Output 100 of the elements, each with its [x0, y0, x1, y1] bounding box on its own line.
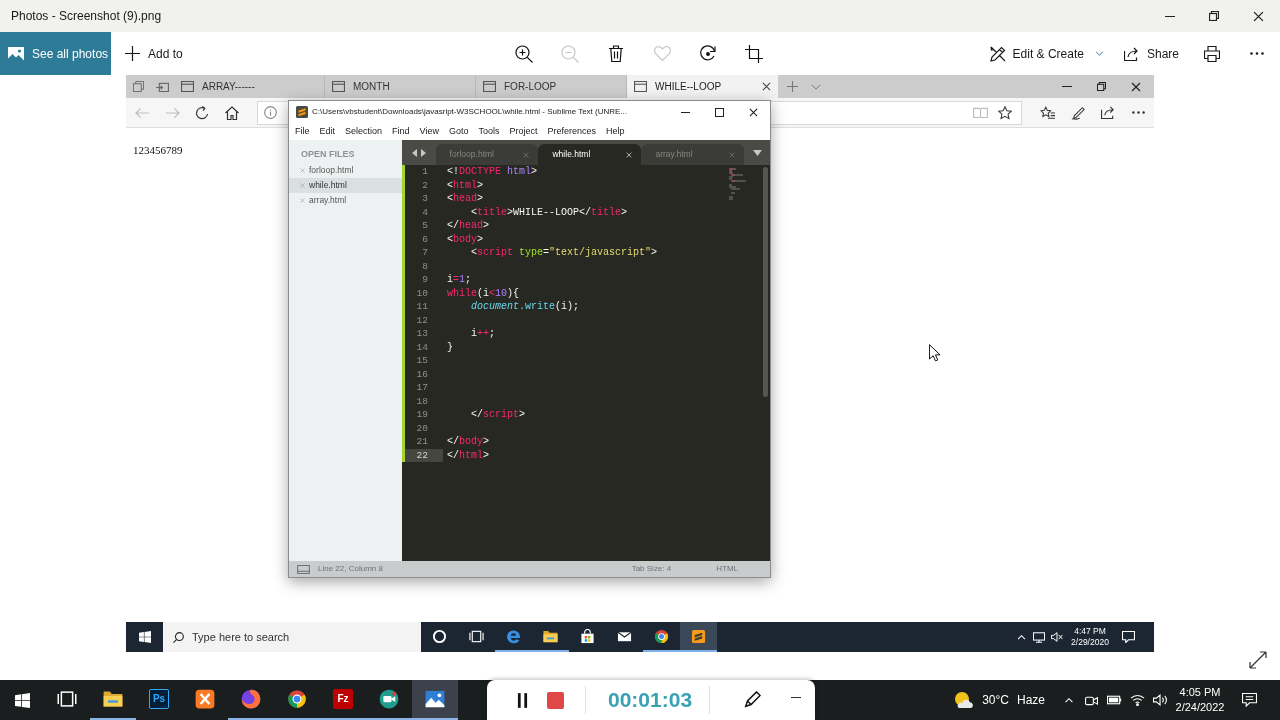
video-icon — [1085, 694, 1098, 706]
share-icon — [1123, 46, 1140, 61]
wifi-icon — [1129, 694, 1145, 706]
chrome-icon — [654, 628, 669, 644]
code-line: <body> — [447, 232, 484, 246]
code-line: <head> — [447, 192, 484, 206]
line-number: 19 — [415, 408, 429, 422]
search-icon — [173, 631, 184, 643]
pen-icon — [1071, 105, 1085, 120]
code-line: </head> — [447, 219, 490, 233]
stop-icon — [546, 691, 564, 709]
line-number: 11 — [415, 300, 429, 314]
chevron-up-icon — [1064, 697, 1074, 703]
editor-tab[interactable]: while.html — [538, 144, 642, 165]
chrome-icon — [287, 689, 307, 709]
line-number: 8 — [421, 259, 429, 273]
printer-icon — [1204, 45, 1220, 62]
line-number: 2 — [421, 178, 429, 192]
task-view-icon — [57, 689, 77, 709]
code-line: while(i<10){ — [447, 286, 520, 300]
menu-item[interactable]: Edit — [319, 124, 336, 139]
restore-icon — [1096, 82, 1106, 91]
taskbar-button[interactable]: Ps — [136, 680, 182, 720]
plus-icon — [786, 81, 798, 92]
code-line: i++; — [470, 327, 496, 341]
expand-icon[interactable] — [1249, 651, 1267, 669]
code-line: document.write(i); — [470, 300, 580, 314]
more-icon — [1131, 111, 1145, 114]
star-icon[interactable] — [998, 105, 1012, 120]
menu-item[interactable]: View — [419, 124, 439, 139]
circle-icon — [432, 628, 447, 644]
page-text: 123456789 — [133, 144, 183, 156]
left-triangle-icon[interactable] — [411, 148, 417, 157]
add-to-button[interactable]: Add to — [123, 32, 185, 75]
speaker-muted-icon — [1051, 632, 1063, 642]
dropdown-triangle-icon[interactable] — [752, 149, 762, 156]
cursor-position: Line 22, Column 8 — [318, 563, 383, 575]
open-file-item[interactable]: forloop.html — [289, 163, 402, 178]
line-number: 18 — [415, 394, 429, 408]
edge-icon — [506, 628, 521, 644]
minimize-icon — [791, 696, 802, 698]
panel-icon[interactable] — [297, 564, 310, 574]
open-file-item[interactable]: while.html — [289, 178, 402, 193]
open-file-item[interactable]: array.html — [289, 193, 402, 208]
scrollbar-thumb[interactable] — [763, 167, 768, 397]
close-icon — [300, 183, 305, 188]
line-number: 22 — [405, 448, 443, 462]
share-button[interactable]: Share — [1117, 32, 1185, 75]
site-info-button[interactable] — [257, 100, 288, 125]
menu-item[interactable]: File — [295, 124, 310, 139]
weather-button[interactable]: 30°C Haze — [950, 680, 1049, 720]
clock-time: 4:47 PM — [1074, 626, 1106, 637]
share-icon — [1100, 106, 1116, 119]
line-number: 1 — [421, 165, 429, 179]
photo-icon — [425, 689, 445, 709]
page-icon — [634, 81, 647, 92]
stacked-squares-icon — [132, 81, 144, 92]
clock-date: 2/29/2020 — [1071, 637, 1109, 648]
menu-item[interactable]: Goto — [448, 124, 469, 139]
see-all-photos-button[interactable]: See all photos — [0, 32, 111, 75]
code-line: </html> — [447, 448, 490, 462]
minimap-drawing — [728, 168, 748, 200]
code-line: <html> — [447, 178, 484, 192]
window-title: C:\Users\vbstudent\Downloads\javasript-W3SCHOOL\while.html - Sublime Text (UNRE... — [312, 106, 628, 118]
folder-icon — [103, 689, 123, 709]
code-line: } — [447, 340, 453, 354]
menu-item[interactable]: Find — [392, 124, 410, 139]
taskbar-button[interactable] — [412, 680, 458, 720]
code-line: <title>WHILE--LOOP</title> — [470, 205, 628, 219]
info-icon — [264, 106, 277, 119]
code-line: <script type="text/javascript"> — [470, 246, 658, 260]
menu-item[interactable]: Project — [509, 124, 538, 139]
pause-icon — [516, 692, 528, 708]
firefox-icon — [241, 689, 261, 709]
windows-logo-icon — [14, 692, 30, 708]
code-line: <!DOCTYPE html> — [447, 165, 538, 179]
sublime-icon — [691, 628, 706, 644]
chevron-down-icon — [811, 83, 821, 90]
close-icon — [1131, 81, 1141, 92]
code-line: </body> — [447, 435, 490, 449]
search-field[interactable]: Type here to search — [163, 622, 421, 652]
menu-item[interactable]: Help — [606, 124, 625, 139]
chevron-up-icon — [1016, 634, 1026, 640]
page-icon — [483, 81, 496, 92]
line-number: 4 — [421, 205, 429, 219]
sidebar-heading: OPEN FILES — [300, 149, 356, 160]
line-number: 14 — [415, 340, 429, 354]
menu-item[interactable]: Selection — [345, 124, 383, 139]
line-number: 5 — [421, 219, 429, 233]
edit-create-button[interactable]: Edit & Create — [982, 32, 1111, 75]
menu-item[interactable]: Tools — [478, 124, 500, 139]
menu-item[interactable]: Preferences — [547, 124, 596, 139]
video-camera-icon — [379, 689, 399, 709]
address-field[interactable] — [771, 100, 1022, 125]
line-number: 9 — [421, 273, 429, 287]
browser-tab[interactable]: WHILE--LOOP — [627, 75, 778, 98]
shopping-bag-icon — [580, 628, 595, 644]
fz-app-icon: Fz — [333, 689, 353, 709]
right-triangle-icon[interactable] — [420, 148, 426, 157]
taskbar-button[interactable]: Fz — [320, 680, 366, 720]
